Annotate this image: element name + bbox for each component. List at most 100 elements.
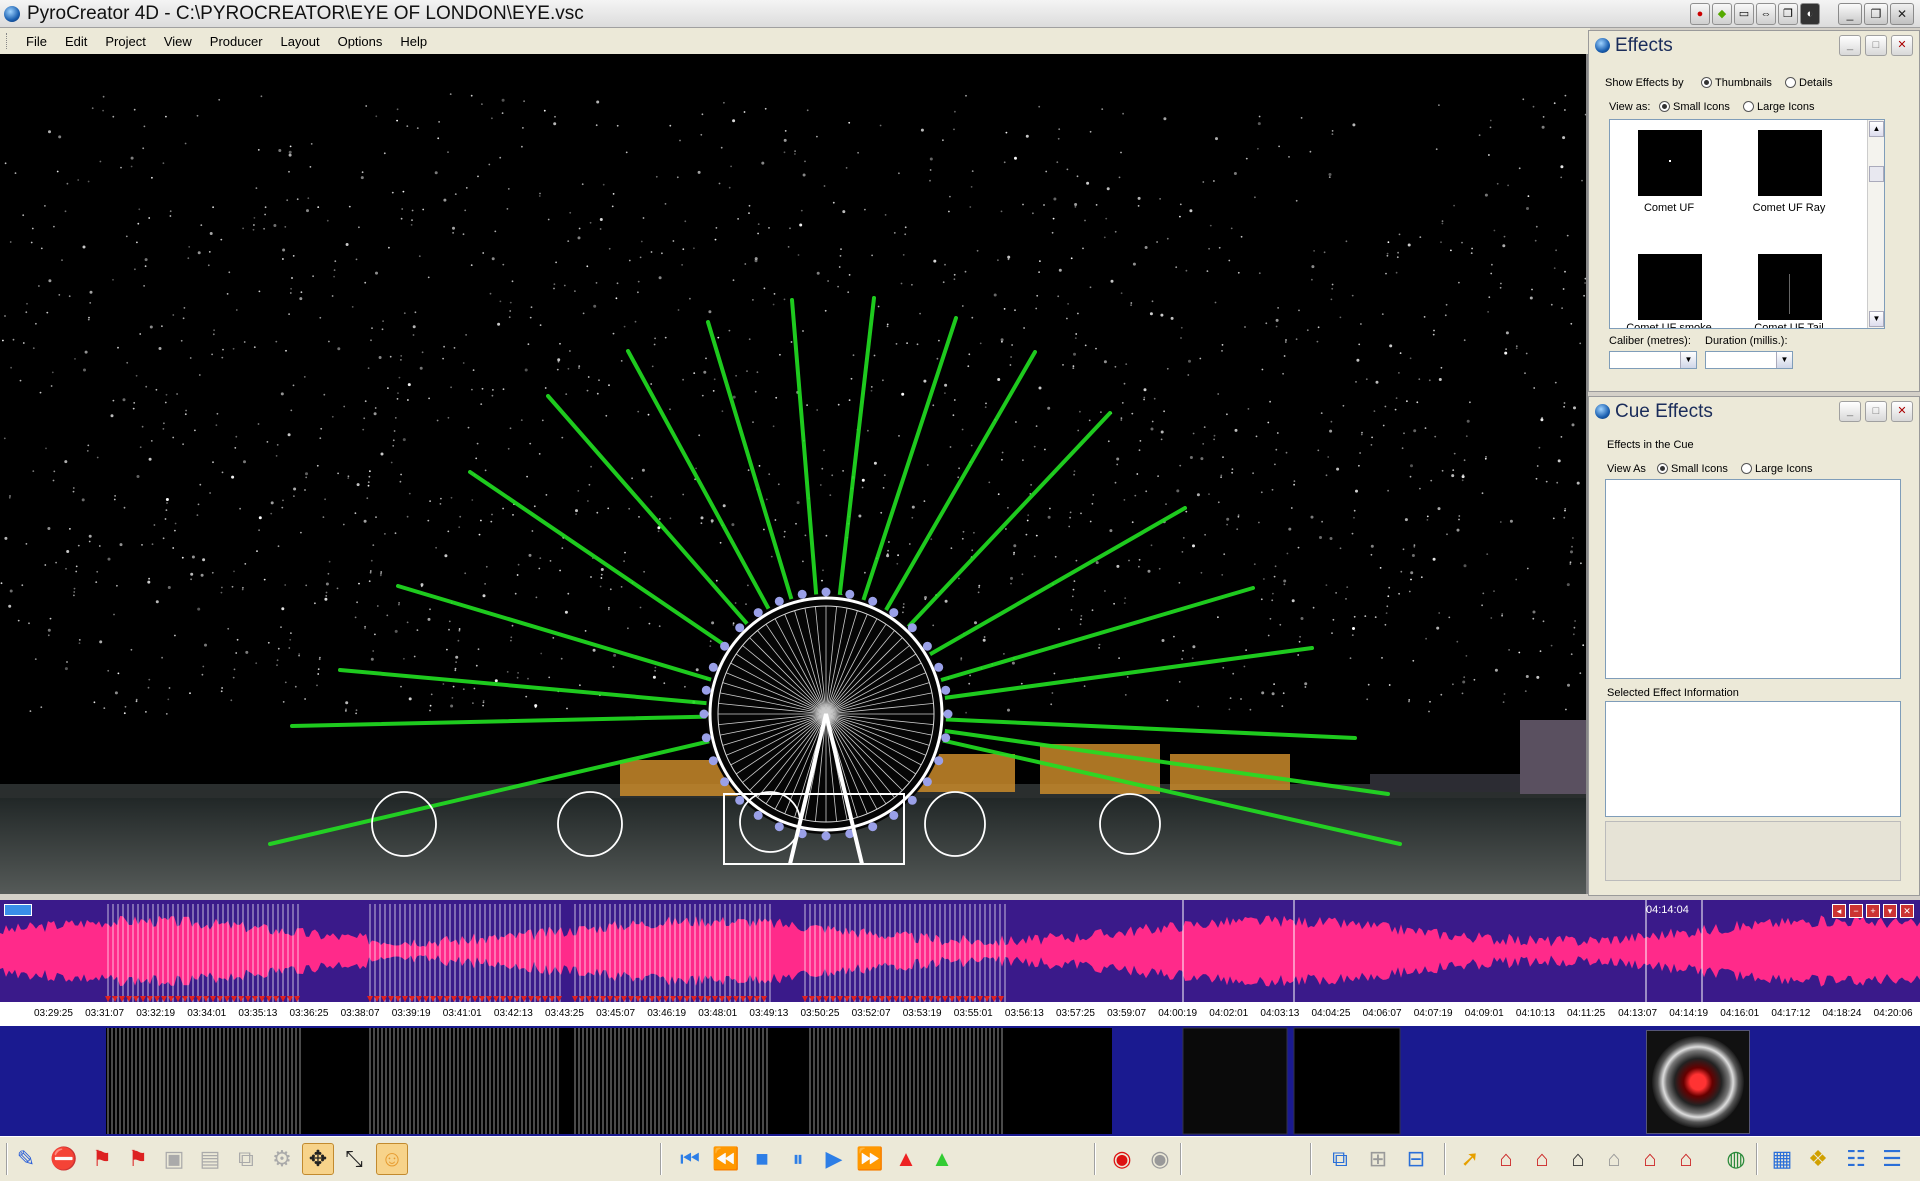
chevron-down-icon[interactable]: ▼ [1776,352,1792,368]
menu-help[interactable]: Help [391,32,436,51]
radio-details[interactable]: Details [1785,77,1833,89]
stop-icon[interactable]: ■ [746,1143,778,1175]
window-tray-icon[interactable]: ▭ [1734,3,1754,25]
house-red-icon[interactable]: ⌂ [1670,1143,1702,1175]
cue-radio-large-icons[interactable]: Large Icons [1741,463,1812,475]
cue-maximize-button[interactable]: □ [1865,401,1887,422]
scroll-down-icon[interactable]: ▼ [1869,311,1884,327]
timeline-back-icon[interactable]: ◂ [1832,904,1846,918]
timeline-mode-icon[interactable] [4,904,32,916]
menu-layout[interactable]: Layout [272,32,329,51]
record-icon[interactable]: ◉ [1106,1143,1138,1175]
list-icon[interactable]: ☰ [1876,1143,1908,1175]
radio-large-icons-dot[interactable] [1743,101,1754,112]
cue-close-button[interactable]: ✕ [1891,401,1913,422]
effect-thumbnail[interactable] [1758,130,1822,196]
effects-scrollbar[interactable]: ▲ ▼ [1867,120,1884,328]
menu-options[interactable]: Options [329,32,392,51]
scroll-thumb[interactable] [1869,166,1884,182]
house-add-icon[interactable]: ⌂ [1526,1143,1558,1175]
network-icon[interactable]: ⧉ [1324,1143,1356,1175]
effects-thumbnail-list[interactable]: Comet UF Comet UF Ray Comet UF smoke Com… [1609,119,1885,329]
radio-thumbnails-dot[interactable] [1701,77,1712,88]
group-icon[interactable]: ▣ [158,1143,190,1175]
bottom-toolbar: ✎ ⛔ ⚑ ⚑ ▣ ▤ ⧉ ⚙ ✥ ⤡ ☺ ⏮ ⏪ ■ ⏸ ▶ ⏩ ▲ ▲ ◉ ◉ ⧉ ⊞ ⊟ ➚ ⌂ ⌂ ⌂ ⌂ ⌂ ⌂ ◍ ▦ ❖ ☷ ☰ [0,1136,1920,1181]
cue-thumbnail-strip[interactable] [0,1026,1920,1136]
gear-icon[interactable]: ⚙ [266,1143,298,1175]
cue-radio-small-icons[interactable]: Small Icons [1657,463,1728,475]
triangle-green-icon[interactable]: ▲ [926,1143,958,1175]
delete-icon[interactable]: ⛔ [48,1143,80,1175]
warning-red-icon[interactable]: ▲ [890,1143,922,1175]
skip-start-icon[interactable]: ⏮ [674,1143,706,1175]
radio-thumbnails[interactable]: Thumbnails [1701,77,1772,89]
radio-large-icons[interactable]: Large Icons [1743,101,1814,113]
tree-icon[interactable]: ⊟ [1400,1143,1432,1175]
radio-small-icons-dot[interactable] [1659,101,1670,112]
cue-radio-large-dot[interactable] [1741,463,1752,474]
menu-project[interactable]: Project [96,32,154,51]
dark-tray-icon[interactable]: ◐ [1800,3,1820,25]
house-tools-icon[interactable]: ⌂ [1562,1143,1594,1175]
minimize-button[interactable]: _ [1838,3,1862,25]
menu-view[interactable]: View [155,32,201,51]
palette-icon[interactable]: ❖ [1802,1143,1834,1175]
nvidia-tray-icon[interactable]: ◆ [1712,3,1732,25]
audio-timeline[interactable]: 04:14:04 ◂ − + ▾ ✕ [0,900,1920,1002]
flag-red-icon[interactable]: ⚑ [86,1143,118,1175]
zoom-out-icon[interactable]: − [1849,904,1863,918]
effects-minimize-button[interactable]: _ [1839,35,1861,56]
cue-radio-small-dot[interactable] [1657,463,1668,474]
hierarchy-icon[interactable]: ⊞ [1362,1143,1394,1175]
restore-button[interactable]: ❐ [1864,3,1888,25]
time-tick-label: 03:36:25 [289,1008,329,1019]
edit-icon[interactable]: ✎ [10,1143,42,1175]
house-icon[interactable]: ⌂ [1490,1143,1522,1175]
house-gray-icon[interactable]: ⌂ [1598,1143,1630,1175]
record-tray-icon[interactable]: ● [1690,3,1710,25]
duration-select[interactable]: ▼ [1705,351,1793,369]
radio-small-icons[interactable]: Small Icons [1659,101,1730,113]
caliber-select[interactable]: ▼ [1609,351,1697,369]
restore-tray-icon[interactable]: ❐ [1778,3,1798,25]
cue-minimize-button[interactable]: _ [1839,401,1861,422]
dock-tray-icon[interactable]: ⇔ [1756,3,1776,25]
play-icon[interactable]: ▶ [818,1143,850,1175]
radio-details-dot[interactable] [1785,77,1796,88]
menu-edit[interactable]: Edit [56,32,96,51]
toolbar-separator [1444,1143,1446,1175]
hal-camera-thumbnail[interactable] [1646,1030,1750,1134]
chevron-down-icon[interactable]: ▼ [1680,352,1696,368]
rewind-icon[interactable]: ⏪ [710,1143,742,1175]
person-icon[interactable]: ☺ [376,1143,408,1175]
ungroup-icon[interactable]: ▤ [194,1143,226,1175]
3d-viewport[interactable] [0,54,1588,894]
picture-icon[interactable]: ▦ [1766,1143,1798,1175]
fast-forward-icon[interactable]: ⏩ [854,1143,886,1175]
selected-info-label: Selected Effect Information [1607,687,1739,699]
flag-text-icon[interactable]: ⚑ [122,1143,154,1175]
pause-icon[interactable]: ⏸ [782,1143,814,1175]
effect-thumbnail[interactable] [1758,254,1822,320]
cursor-icon[interactable]: ➚ [1454,1143,1486,1175]
globe-icon[interactable]: ◍ [1720,1143,1752,1175]
move-icon[interactable]: ✥ [302,1143,334,1175]
effects-maximize-button[interactable]: □ [1865,35,1887,56]
time-ruler[interactable]: 03:29:25 03:31:07 03:32:19 03:34:01 03:35:13… [0,1002,1920,1026]
scale-icon[interactable]: ⤡ [338,1143,370,1175]
zoom-in-icon[interactable]: + [1866,904,1880,918]
timeline-close-icon[interactable]: ✕ [1900,904,1914,918]
effect-thumbnail[interactable] [1638,130,1702,196]
timeline-pin-icon[interactable]: ▾ [1883,904,1897,918]
copy-icon[interactable]: ⧉ [230,1143,262,1175]
close-button[interactable]: ✕ [1890,3,1914,25]
cue-effects-list[interactable] [1605,479,1901,679]
record-disabled-icon[interactable]: ◉ [1144,1143,1176,1175]
menu-producer[interactable]: Producer [201,32,272,51]
effect-thumbnail[interactable] [1638,254,1702,320]
scroll-up-icon[interactable]: ▲ [1869,121,1884,137]
effects-close-button[interactable]: ✕ [1891,35,1913,56]
people-icon[interactable]: ☷ [1840,1143,1872,1175]
house-plus-icon[interactable]: ⌂ [1634,1143,1666,1175]
menu-file[interactable]: File [17,32,56,51]
